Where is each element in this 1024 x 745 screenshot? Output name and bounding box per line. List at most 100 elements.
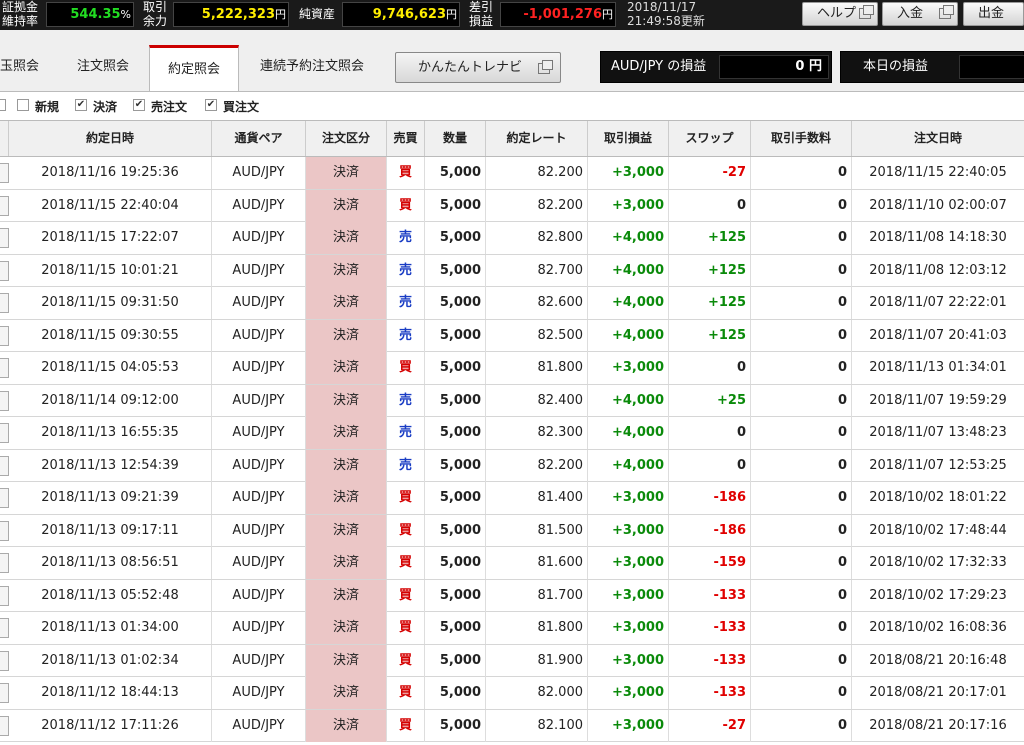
cell-pair: AUD/JPY: [212, 254, 306, 287]
row-select-button[interactable]: [0, 423, 9, 443]
checkbox-partial[interactable]: [0, 99, 6, 111]
cell-rate: 81.800: [486, 352, 588, 384]
trade-navi-button[interactable]: かんたんトレナビ: [395, 52, 561, 83]
row-select-button[interactable]: [0, 618, 9, 638]
cell-fee: 0: [751, 709, 852, 742]
row-select-button[interactable]: [0, 488, 9, 508]
row-select-button[interactable]: [0, 683, 9, 703]
header-rate[interactable]: 約定レート: [486, 121, 588, 156]
checkbox-settle[interactable]: ✔: [75, 99, 87, 111]
table-row[interactable]: 2018/11/16 19:25:36 AUD/JPY 決済買 5,000 82.200…: [0, 157, 1024, 190]
row-select-button[interactable]: [0, 650, 9, 671]
cell-exec-time: 2018/11/15 09:30:55: [9, 319, 212, 352]
cell-rate: 81.900: [486, 644, 588, 677]
cell-fee: 0: [751, 287, 852, 319]
row-select-button[interactable]: [0, 260, 9, 281]
cell-fee: 0: [751, 612, 852, 644]
cell-fee: 0: [751, 644, 852, 677]
tab-orders[interactable]: 注文照会: [58, 45, 148, 92]
cell-rate: 82.100: [486, 709, 588, 742]
table-row[interactable]: 2018/11/13 01:02:34 AUD/JPY 決済買 5,000 81.900…: [0, 644, 1024, 677]
row-select-button[interactable]: [0, 163, 9, 183]
table-row[interactable]: 2018/11/13 12:54:39 AUD/JPY 決済売 5,000 82.200…: [0, 449, 1024, 482]
deposit-button[interactable]: 入金: [882, 2, 958, 26]
header-fee[interactable]: 取引手数料: [751, 121, 852, 156]
cell-kubun: 決済: [306, 514, 387, 547]
table-row[interactable]: 2018/11/14 09:12:00 AUD/JPY 決済売 5,000 82.400…: [0, 384, 1024, 417]
cell-pair: AUD/JPY: [212, 547, 306, 579]
cell-side: 買: [387, 644, 425, 677]
cell-rate: 82.800: [486, 222, 588, 254]
cell-rate: 82.000: [486, 677, 588, 709]
table-row[interactable]: 2018/11/15 04:05:53 AUD/JPY 決済買 5,000 81.800…: [0, 352, 1024, 385]
row-select-button[interactable]: [0, 585, 9, 606]
cell-kubun: 決済: [306, 352, 387, 384]
table-row[interactable]: 2018/11/13 08:56:51 AUD/JPY 決済買 5,000 81.600…: [0, 547, 1024, 580]
tab-executions[interactable]: 約定照会: [149, 45, 239, 92]
table-row[interactable]: 2018/11/15 09:31:50 AUD/JPY 決済売 5,000 82.600…: [0, 287, 1024, 320]
header-select: [0, 121, 9, 156]
table-row[interactable]: 2018/11/12 18:44:13 AUD/JPY 決済買 5,000 82.000…: [0, 677, 1024, 710]
margin-ratio-value: 544.35: [70, 7, 121, 22]
cell-side: 買: [387, 612, 425, 644]
row-select-button[interactable]: [0, 715, 9, 736]
header-kubun[interactable]: 注文区分: [306, 121, 387, 156]
cell-fee: 0: [751, 254, 852, 287]
cell-swap: -133: [669, 677, 751, 709]
row-select-button[interactable]: [0, 228, 9, 248]
cell-swap: +125: [669, 319, 751, 352]
help-button[interactable]: ヘルプ: [802, 2, 878, 26]
table-row[interactable]: 2018/11/12 17:11:26 AUD/JPY 決済買 5,000 82.100…: [0, 709, 1024, 742]
table-row[interactable]: 2018/11/15 22:40:04 AUD/JPY 決済買 5,000 82.200…: [0, 189, 1024, 222]
tab-positions[interactable]: 玉照会: [0, 45, 40, 92]
row-select-button[interactable]: [0, 553, 9, 573]
cell-rate: 82.600: [486, 287, 588, 319]
header-side[interactable]: 売買: [387, 121, 425, 156]
checkbox-sell[interactable]: ✔: [133, 99, 145, 111]
header-pl[interactable]: 取引損益: [588, 121, 669, 156]
cell-pl: +4,000: [588, 254, 669, 287]
cell-exec-time: 2018/11/15 04:05:53: [9, 352, 212, 384]
row-select-button[interactable]: [0, 390, 9, 411]
margin-ratio-label-2: 維持率: [2, 14, 39, 28]
row-select-button[interactable]: [0, 455, 9, 476]
cell-kubun: 決済: [306, 482, 387, 514]
row-select-button[interactable]: [0, 325, 9, 346]
net-assets-value-box: 9,746,623円: [342, 2, 460, 27]
header-swap[interactable]: スワップ: [669, 121, 751, 156]
row-select-button[interactable]: [0, 293, 9, 313]
cell-qty: 5,000: [425, 514, 486, 547]
checkbox-buy[interactable]: ✔: [205, 99, 217, 111]
table-row[interactable]: 2018/11/15 10:01:21 AUD/JPY 決済売 5,000 82.700…: [0, 254, 1024, 287]
cell-pair: AUD/JPY: [212, 417, 306, 449]
withdraw-button[interactable]: 出金: [963, 2, 1024, 26]
table-row[interactable]: 2018/11/13 01:34:00 AUD/JPY 決済買 5,000 81.800…: [0, 612, 1024, 645]
available-label-1: 取引: [143, 0, 168, 14]
cell-swap: -186: [669, 482, 751, 514]
cell-kubun: 決済: [306, 677, 387, 709]
row-select-button[interactable]: [0, 358, 9, 378]
table-row[interactable]: 2018/11/15 17:22:07 AUD/JPY 決済売 5,000 82.800…: [0, 222, 1024, 255]
cell-rate: 81.500: [486, 514, 588, 547]
cell-fee: 0: [751, 157, 852, 189]
tab-ifd-orders[interactable]: 連続予約注文照会: [250, 45, 374, 92]
header-pair[interactable]: 通貨ペア: [212, 121, 306, 156]
table-row[interactable]: 2018/11/13 05:52:48 AUD/JPY 決済買 5,000 81.700…: [0, 579, 1024, 612]
cell-pl: +3,000: [588, 644, 669, 677]
row-select-button[interactable]: [0, 195, 9, 216]
net-assets-unit: 円: [446, 8, 457, 21]
checkbox-new[interactable]: [17, 99, 29, 111]
header-exec-time[interactable]: 約定日時: [9, 121, 212, 156]
cell-qty: 5,000: [425, 157, 486, 189]
table-row[interactable]: 2018/11/15 09:30:55 AUD/JPY 決済売 5,000 82.500…: [0, 319, 1024, 352]
table-row[interactable]: 2018/11/13 09:17:11 AUD/JPY 決済買 5,000 81.500…: [0, 514, 1024, 547]
header-qty[interactable]: 数量: [425, 121, 486, 156]
row-select-button[interactable]: [0, 520, 9, 541]
cell-order-time: 2018/10/02 17:48:44: [869, 522, 1007, 538]
table-row[interactable]: 2018/11/13 16:55:35 AUD/JPY 決済売 5,000 82.300…: [0, 417, 1024, 450]
table-row[interactable]: 2018/11/13 09:21:39 AUD/JPY 決済買 5,000 81.400…: [0, 482, 1024, 515]
available-value-box: 5,222,323円: [173, 2, 289, 27]
diff-pl-value: -1,001,276: [523, 7, 602, 22]
header-order-time[interactable]: 注文日時: [852, 121, 1024, 156]
cell-rate: 82.500: [486, 319, 588, 352]
